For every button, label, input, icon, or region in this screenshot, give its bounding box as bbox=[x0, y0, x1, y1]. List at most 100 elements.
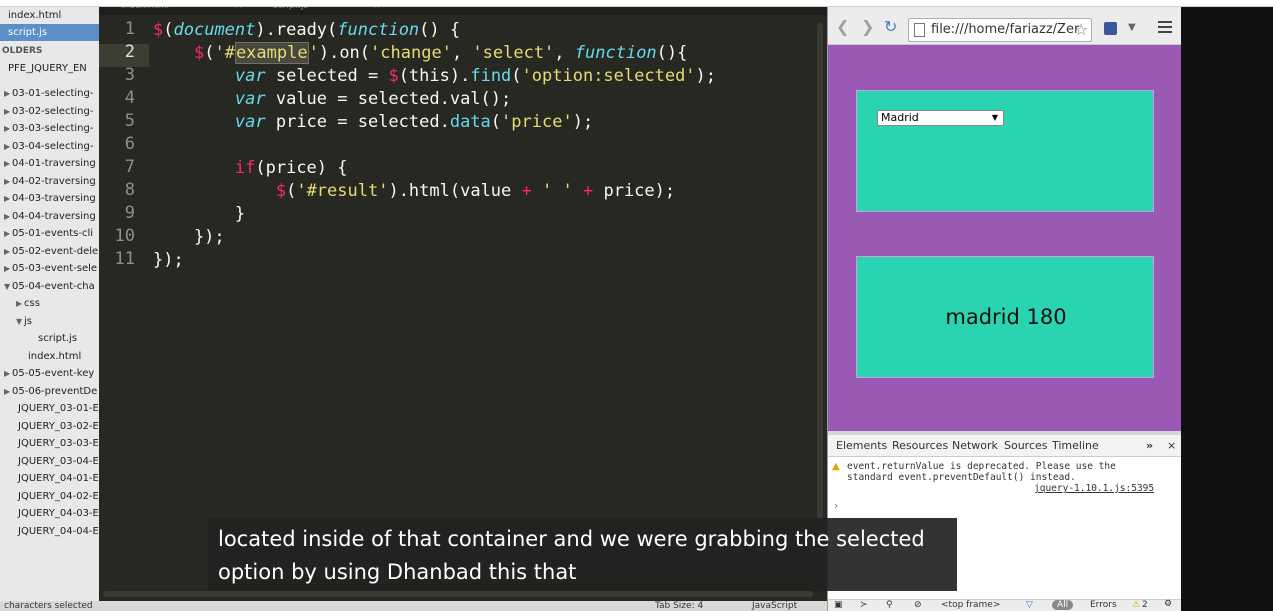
sidebar-item[interactable]: ▶ css bbox=[0, 295, 99, 312]
bookmark-star-icon[interactable]: ☆ bbox=[1074, 20, 1088, 39]
chevron-right-icon[interactable]: ▶ bbox=[4, 103, 12, 120]
sidebar-item[interactable]: ▶ 05-06-preventDe bbox=[0, 383, 99, 400]
chevron-right-icon[interactable]: ▶ bbox=[4, 138, 12, 155]
sidebar-item-label: JQUERY_04-03-EI bbox=[18, 508, 99, 519]
status-tab-size[interactable]: Tab Size: 4 bbox=[655, 601, 703, 611]
status-syntax[interactable]: JavaScript bbox=[752, 601, 797, 611]
sidebar-item[interactable]: ▶ 03-01-selecting- bbox=[0, 85, 99, 102]
sidebar-item[interactable]: JQUERY_04-04-EI bbox=[0, 523, 99, 540]
sidebar-item-label: script.js bbox=[38, 333, 78, 344]
chevron-right-icon[interactable]: ▶ bbox=[4, 173, 12, 190]
vertical-scrollbar[interactable] bbox=[817, 23, 823, 583]
frame-selector[interactable]: <top frame> bbox=[941, 600, 1000, 610]
chevron-right-icon[interactable]: ▶ bbox=[4, 190, 12, 207]
chevron-right-icon[interactable]: ▶ bbox=[4, 208, 12, 225]
warning-icon: ▲ bbox=[832, 461, 840, 472]
sidebar-item[interactable]: JQUERY_03-02-EI bbox=[0, 418, 99, 435]
editor-tabbar: index.html × script.js × bbox=[99, 7, 827, 15]
chevron-right-icon[interactable]: ▶ bbox=[4, 383, 12, 400]
sidebar-item[interactable]: ▶ 04-01-traversing bbox=[0, 155, 99, 172]
line-number: 3 bbox=[124, 65, 135, 85]
sidebar-item[interactable]: ▶ 05-02-event-dele bbox=[0, 243, 99, 260]
tab-timeline[interactable]: Timeline bbox=[1052, 439, 1099, 452]
sidebar-item[interactable]: ▶ 04-03-traversing bbox=[0, 190, 99, 207]
horizontal-scrollbar[interactable] bbox=[103, 591, 813, 597]
filter-errors[interactable]: Errors bbox=[1090, 600, 1117, 610]
sidebar-item[interactable]: ▶ 05-03-event-sele bbox=[0, 260, 99, 277]
sidebar-item[interactable]: JQUERY_03-01-EI bbox=[0, 400, 99, 417]
city-select[interactable]: Madrid ▼ bbox=[877, 110, 1004, 126]
sidebar-item[interactable]: ▼ 05-04-event-cha bbox=[0, 278, 99, 295]
chevron-right-icon[interactable]: ▶ bbox=[4, 365, 12, 382]
sidebar-item[interactable]: ▶ 05-05-event-key bbox=[0, 365, 99, 382]
close-icon[interactable]: × bbox=[1167, 439, 1176, 452]
chevron-down-icon[interactable]: ▼ bbox=[16, 313, 24, 330]
tab-sources[interactable]: Sources bbox=[1004, 439, 1048, 452]
sidebar-item[interactable]: JQUERY_04-01-EI bbox=[0, 470, 99, 487]
tab-elements[interactable]: Elements bbox=[836, 439, 887, 452]
menu-icon[interactable] bbox=[1158, 21, 1172, 33]
chevron-right-icon[interactable]: ▶ bbox=[4, 155, 12, 172]
url-bar[interactable]: file:///home/fariazz/Zer bbox=[908, 18, 1092, 42]
sidebar-item[interactable]: index.html bbox=[0, 348, 99, 365]
tab-resources[interactable]: Resources bbox=[892, 439, 948, 452]
filter-all[interactable]: All bbox=[1052, 600, 1074, 610]
sidebar-item[interactable]: script.js bbox=[0, 330, 99, 347]
sidebar-item[interactable]: ▶ 03-03-selecting- bbox=[0, 120, 99, 137]
chevron-right-icon[interactable]: ▶ bbox=[4, 243, 12, 260]
chevron-right-icon[interactable]: ▶ bbox=[4, 225, 12, 242]
close-icon[interactable]: × bbox=[227, 7, 251, 15]
warning-count-icon[interactable]: ⚠ bbox=[1132, 600, 1140, 610]
code-line-9: } bbox=[153, 204, 246, 224]
sidebar-item-label: css bbox=[24, 298, 40, 309]
gear-icon[interactable]: ⚙ bbox=[1164, 599, 1172, 609]
close-icon[interactable]: × bbox=[365, 7, 389, 15]
code-line-2: $('#example').on('change', 'select', fun… bbox=[193, 42, 688, 64]
forward-icon[interactable]: ❯ bbox=[861, 19, 874, 35]
tab-script-js[interactable]: script.js bbox=[265, 7, 316, 15]
open-file-script[interactable]: script.js bbox=[0, 24, 99, 41]
sidebar-item[interactable]: JQUERY_03-03-EI bbox=[0, 435, 99, 452]
filter-icon[interactable]: ▽ bbox=[1026, 600, 1033, 610]
sidebar-item-label: 05-01-events-cli bbox=[12, 228, 94, 239]
sidebar-item[interactable]: ▶ 04-02-traversing bbox=[0, 173, 99, 190]
source-link[interactable]: jquery-1.10.1.js:5395 bbox=[1034, 483, 1154, 494]
sidebar-item-label: 05-02-event-dele bbox=[12, 245, 99, 257]
dock-icon[interactable]: ▣ bbox=[834, 600, 843, 610]
chevron-right-icon[interactable]: ▶ bbox=[4, 260, 12, 277]
code-line-11: }); bbox=[153, 250, 184, 270]
open-file-index[interactable]: index.html bbox=[0, 7, 99, 24]
root-folder[interactable]: PFE_JQUERY_EN bbox=[0, 60, 99, 77]
sidebar: index.html script.js OLDERS PFE_JQUERY_E… bbox=[0, 7, 99, 611]
sidebar-item[interactable]: ▶ 03-04-selecting- bbox=[0, 138, 99, 155]
back-icon[interactable]: ❮ bbox=[836, 19, 849, 35]
video-caption: located inside of that container and we … bbox=[208, 518, 957, 591]
chevron-right-icon[interactable]: ▶ bbox=[4, 120, 12, 137]
sidebar-item[interactable]: ▶ 03-02-selecting- bbox=[0, 103, 99, 120]
console-drawer-icon[interactable]: ≻ bbox=[860, 600, 868, 610]
clear-icon[interactable]: ⊘ bbox=[914, 600, 922, 610]
chevron-right-icon[interactable]: ▶ bbox=[16, 295, 24, 312]
tab-index-html[interactable]: index.html bbox=[113, 7, 177, 15]
sidebar-item-label: JQUERY_04-01-EI bbox=[18, 473, 99, 484]
sidebar-item-label: JQUERY_03-03-EI bbox=[18, 438, 99, 449]
tab-network[interactable]: Network bbox=[952, 439, 998, 452]
console-prompt-icon[interactable]: › bbox=[834, 499, 838, 512]
sidebar-item[interactable]: ▶ 05-01-events-cli bbox=[0, 225, 99, 242]
sidebar-item[interactable]: ▼ js bbox=[0, 313, 99, 330]
chevron-right-icon[interactable]: ▶ bbox=[4, 85, 12, 102]
top-strip bbox=[0, 0, 1273, 7]
chevron-down-icon[interactable]: ▼ bbox=[4, 278, 12, 295]
line-number: 10 bbox=[114, 226, 135, 246]
sidebar-item[interactable]: ▶ 04-04-traversing bbox=[0, 208, 99, 225]
reload-icon[interactable]: ↻ bbox=[884, 19, 897, 35]
devtools-tabs: Elements Resources Network Sources Timel… bbox=[828, 435, 1181, 457]
sidebar-item[interactable]: JQUERY_03-04-EI bbox=[0, 453, 99, 470]
devtools-bottom-bar: ▣ ≻ ⚲ ⊘ <top frame> ▽ All Errors ⚠ 2 ⚙ bbox=[828, 599, 1181, 611]
more-tabs-icon[interactable]: » bbox=[1146, 439, 1153, 452]
search-icon[interactable]: ⚲ bbox=[886, 600, 893, 610]
extension-icon[interactable] bbox=[1104, 22, 1117, 35]
sidebar-item[interactable]: JQUERY_04-03-EI bbox=[0, 505, 99, 522]
sidebar-item[interactable]: JQUERY_04-02-EI bbox=[0, 488, 99, 505]
chevron-down-icon[interactable]: ▼ bbox=[1128, 22, 1136, 33]
